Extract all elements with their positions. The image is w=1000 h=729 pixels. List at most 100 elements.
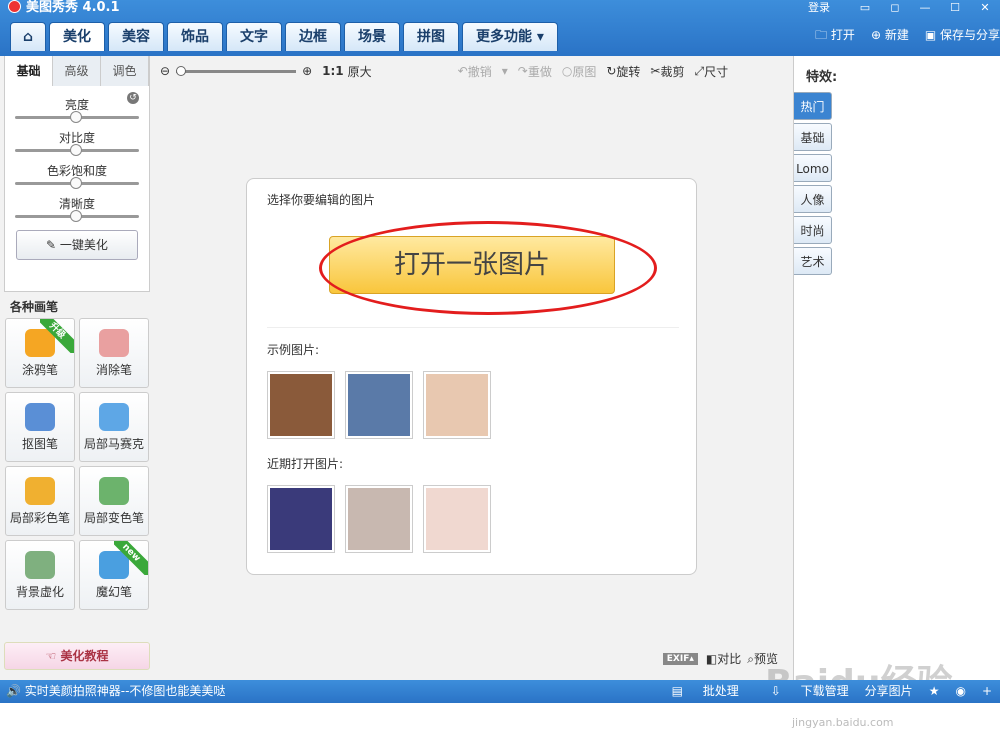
recent-thumbnail[interactable]: [267, 485, 335, 553]
batch-button[interactable]: ▤ 批处理: [656, 680, 739, 703]
recent-thumbnail[interactable]: [345, 485, 413, 553]
tab-scene[interactable]: 场景: [344, 22, 400, 51]
color-brush-icon: [25, 477, 55, 505]
zoom-in-icon[interactable]: ⊕: [302, 64, 312, 78]
message-icon[interactable]: ▭: [850, 1, 880, 14]
brightness-slider[interactable]: [15, 111, 139, 123]
tab-more-features[interactable]: 更多功能 ▾: [462, 22, 558, 51]
maximize-icon[interactable]: ☐: [940, 1, 970, 14]
effects-tab-fashion[interactable]: 时尚: [794, 216, 832, 244]
crop-button[interactable]: ✂ 裁剪: [650, 63, 684, 80]
original-size-button[interactable]: 原大: [348, 63, 372, 80]
slider-knob[interactable]: [70, 210, 82, 222]
tab-border[interactable]: 边框: [285, 22, 341, 51]
recent-label: 近期打开图片:: [267, 457, 344, 471]
skin-icon[interactable]: ◻: [880, 1, 910, 14]
share-button[interactable]: 分享图片: [865, 680, 913, 703]
original-icon: ○: [561, 64, 573, 78]
tab-home[interactable]: ⌂: [10, 22, 46, 51]
exif-button[interactable]: EXIF▴: [662, 652, 698, 665]
effects-title: 特效:: [806, 70, 838, 85]
subtab-basic[interactable]: 基础: [5, 56, 53, 86]
save-share-button[interactable]: ▣ 保存与分享: [925, 26, 1000, 47]
open-button[interactable]: 🗀 打开: [815, 26, 855, 47]
example-thumbnail[interactable]: [423, 371, 491, 439]
tab-collage[interactable]: 拼图: [403, 22, 459, 51]
brush-local-color[interactable]: 局部彩色笔: [5, 466, 75, 536]
close-icon[interactable]: ✕: [970, 1, 1000, 14]
slider-knob[interactable]: [70, 111, 82, 123]
divider: [267, 327, 679, 328]
zoom-out-icon[interactable]: ⊖: [160, 64, 170, 78]
undo-button[interactable]: ↶ 撤销: [458, 63, 492, 80]
download-manager-button[interactable]: ⇩ 下载管理: [755, 680, 849, 703]
hand-icon: ☜: [45, 649, 61, 663]
tab-beautify[interactable]: 美化: [49, 22, 105, 51]
plus-icon: ⊕: [870, 28, 885, 42]
rotate-icon: ↻: [606, 64, 617, 78]
folder-icon: 🗀: [815, 28, 831, 42]
rotate-button[interactable]: ↻ 旋转: [606, 63, 640, 80]
recent-thumbnail[interactable]: [423, 485, 491, 553]
saturation-slider[interactable]: [15, 177, 139, 189]
brush-mosaic[interactable]: 局部马赛克: [79, 392, 149, 462]
sharpness-slider[interactable]: [15, 210, 139, 222]
brush-background-blur[interactable]: 背景虚化: [5, 540, 75, 610]
weibo-icon[interactable]: ◉: [955, 680, 965, 703]
pen-icon: [25, 403, 55, 431]
example-thumbnail[interactable]: [345, 371, 413, 439]
status-message[interactable]: 🔊 实时美颜拍照神器--不修图也能美美哒: [6, 680, 225, 703]
reset-icon[interactable]: ↺: [127, 92, 139, 104]
contrast-slider[interactable]: [15, 144, 139, 156]
one-key-beautify-button[interactable]: ✎ 一键美化: [16, 230, 138, 260]
compare-button[interactable]: ◧对比: [706, 650, 741, 667]
redo-button[interactable]: ↷ 重做: [518, 63, 552, 80]
new-badge: new: [114, 541, 148, 575]
subtab-color[interactable]: 调色: [101, 56, 149, 86]
tab-cosmetic[interactable]: 美容: [108, 22, 164, 51]
saturation-row: 色彩饱和度: [5, 162, 149, 189]
brush-local-recolor[interactable]: 局部变色笔: [79, 466, 149, 536]
batch-icon: ▤: [671, 684, 687, 698]
resize-icon: ⤢: [694, 63, 705, 78]
slider-knob[interactable]: [70, 144, 82, 156]
size-button[interactable]: ⤢ 尺寸: [694, 63, 728, 80]
zoom-knob[interactable]: [176, 65, 187, 76]
open-image-panel: 选择你要编辑的图片 打开一张图片 示例图片: 近期打开图片:: [246, 178, 697, 575]
blur-icon: [25, 551, 55, 579]
undo-dropdown-icon[interactable]: ▾: [502, 64, 508, 78]
effects-tab-portrait[interactable]: 人像: [794, 185, 832, 213]
effects-tab-basic[interactable]: 基础: [794, 123, 832, 151]
new-button[interactable]: ⊕ 新建: [871, 26, 909, 47]
brush-magic[interactable]: 魔幻笔 new: [79, 540, 149, 610]
example-thumbnail[interactable]: [267, 371, 335, 439]
slider-knob[interactable]: [70, 177, 82, 189]
tab-accessories[interactable]: 饰品: [167, 22, 223, 51]
brush-section-title: 各种画笔: [10, 300, 59, 314]
redo-icon: ↷: [517, 64, 528, 78]
login-link[interactable]: 登录: [808, 0, 830, 15]
tab-text[interactable]: 文字: [226, 22, 282, 51]
effects-tab-art[interactable]: 艺术: [794, 247, 832, 275]
main-tabs: ⌂ 美化 美容 饰品 文字 边框 场景 拼图 更多功能 ▾: [10, 22, 561, 51]
subtab-advanced[interactable]: 高级: [53, 56, 101, 86]
effects-tabs: 热门 基础 Lomo 人像 时尚 艺术: [794, 92, 832, 278]
brush-cutout[interactable]: 抠图笔: [5, 392, 75, 462]
more-share-icon[interactable]: +: [982, 680, 992, 703]
speaker-icon: 🔊: [6, 684, 25, 698]
tutorial-button[interactable]: ☜ 美化教程: [4, 642, 150, 670]
compare-icon: ◧: [705, 652, 718, 666]
scissors-icon: ✂: [650, 64, 661, 78]
brush-eraser[interactable]: 消除笔: [79, 318, 149, 388]
magic-wand-icon: ✎: [46, 238, 60, 252]
original-button[interactable]: ○ 原图: [562, 63, 597, 80]
effects-tab-hot[interactable]: 热门: [794, 92, 832, 120]
app-logo-icon: [8, 0, 21, 13]
recent-thumbnails: [267, 485, 501, 553]
qzone-icon[interactable]: ★: [929, 680, 940, 703]
zoom-slider[interactable]: [176, 65, 297, 76]
undo-icon: ↶: [457, 64, 468, 78]
minimize-icon[interactable]: —: [910, 1, 940, 14]
effects-tab-lomo[interactable]: Lomo: [794, 154, 832, 182]
brush-doodle[interactable]: 涂鸦笔 升级: [5, 318, 75, 388]
